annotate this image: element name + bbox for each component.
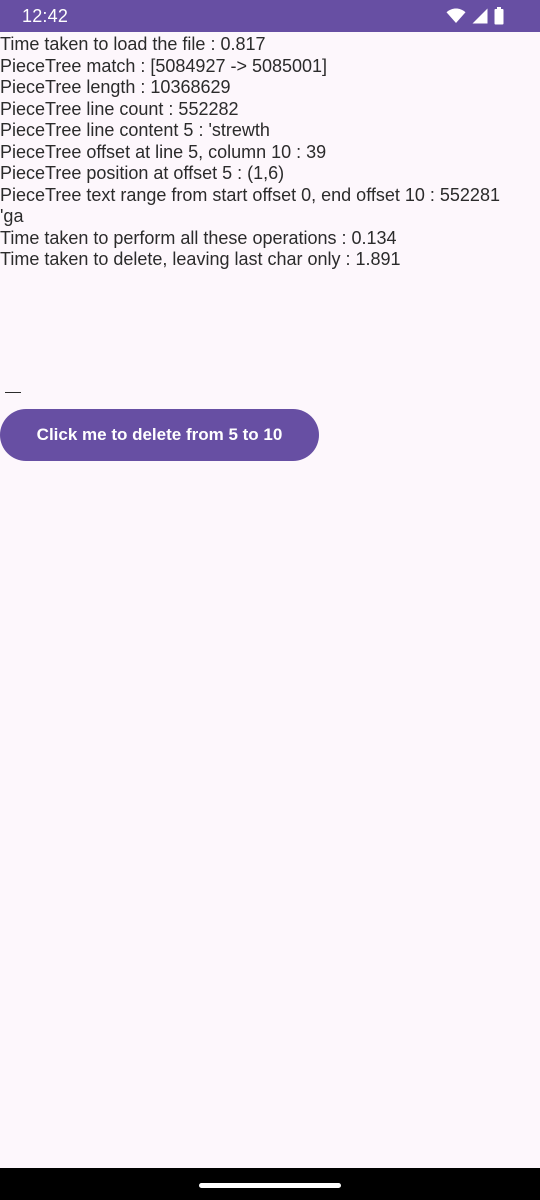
navigation-bar bbox=[0, 1168, 540, 1200]
output-line-length: PieceTree length : 10368629 bbox=[0, 77, 231, 97]
delete-range-button[interactable]: Click me to delete from 5 to 10 bbox=[0, 409, 319, 461]
output-line-delete-time: Time taken to delete, leaving last char … bbox=[0, 249, 401, 269]
output-log: Time taken to load the file : 0.817 Piec… bbox=[0, 34, 540, 271]
output-line-position: PieceTree position at offset 5 : (1,6) bbox=[0, 163, 285, 183]
signal-icon bbox=[472, 8, 488, 24]
output-line-ops-time: Time taken to perform all these operatio… bbox=[0, 227, 397, 248]
output-line-load-time: Time taken to load the file : 0.817 bbox=[0, 34, 266, 54]
output-line-line-content: PieceTree line content 5 : 'strewth bbox=[0, 120, 270, 140]
text-cursor-mark bbox=[5, 392, 21, 393]
status-icons bbox=[446, 7, 504, 25]
output-line-text-range-cont: 'ga bbox=[0, 206, 24, 226]
wifi-icon bbox=[446, 8, 466, 24]
output-line-text-range: PieceTree text range from start offset 0… bbox=[0, 184, 500, 205]
status-time: 12:42 bbox=[22, 6, 69, 26]
output-line-offset: PieceTree offset at line 5, column 10 : … bbox=[0, 141, 327, 162]
home-gesture-handle[interactable] bbox=[199, 1183, 341, 1188]
output-line-match: PieceTree match : [5084927 -> 5085001] bbox=[0, 55, 328, 76]
status-bar: 12:42 bbox=[0, 0, 540, 32]
battery-icon bbox=[494, 7, 504, 25]
output-line-line-count: PieceTree line count : 552282 bbox=[0, 98, 239, 119]
